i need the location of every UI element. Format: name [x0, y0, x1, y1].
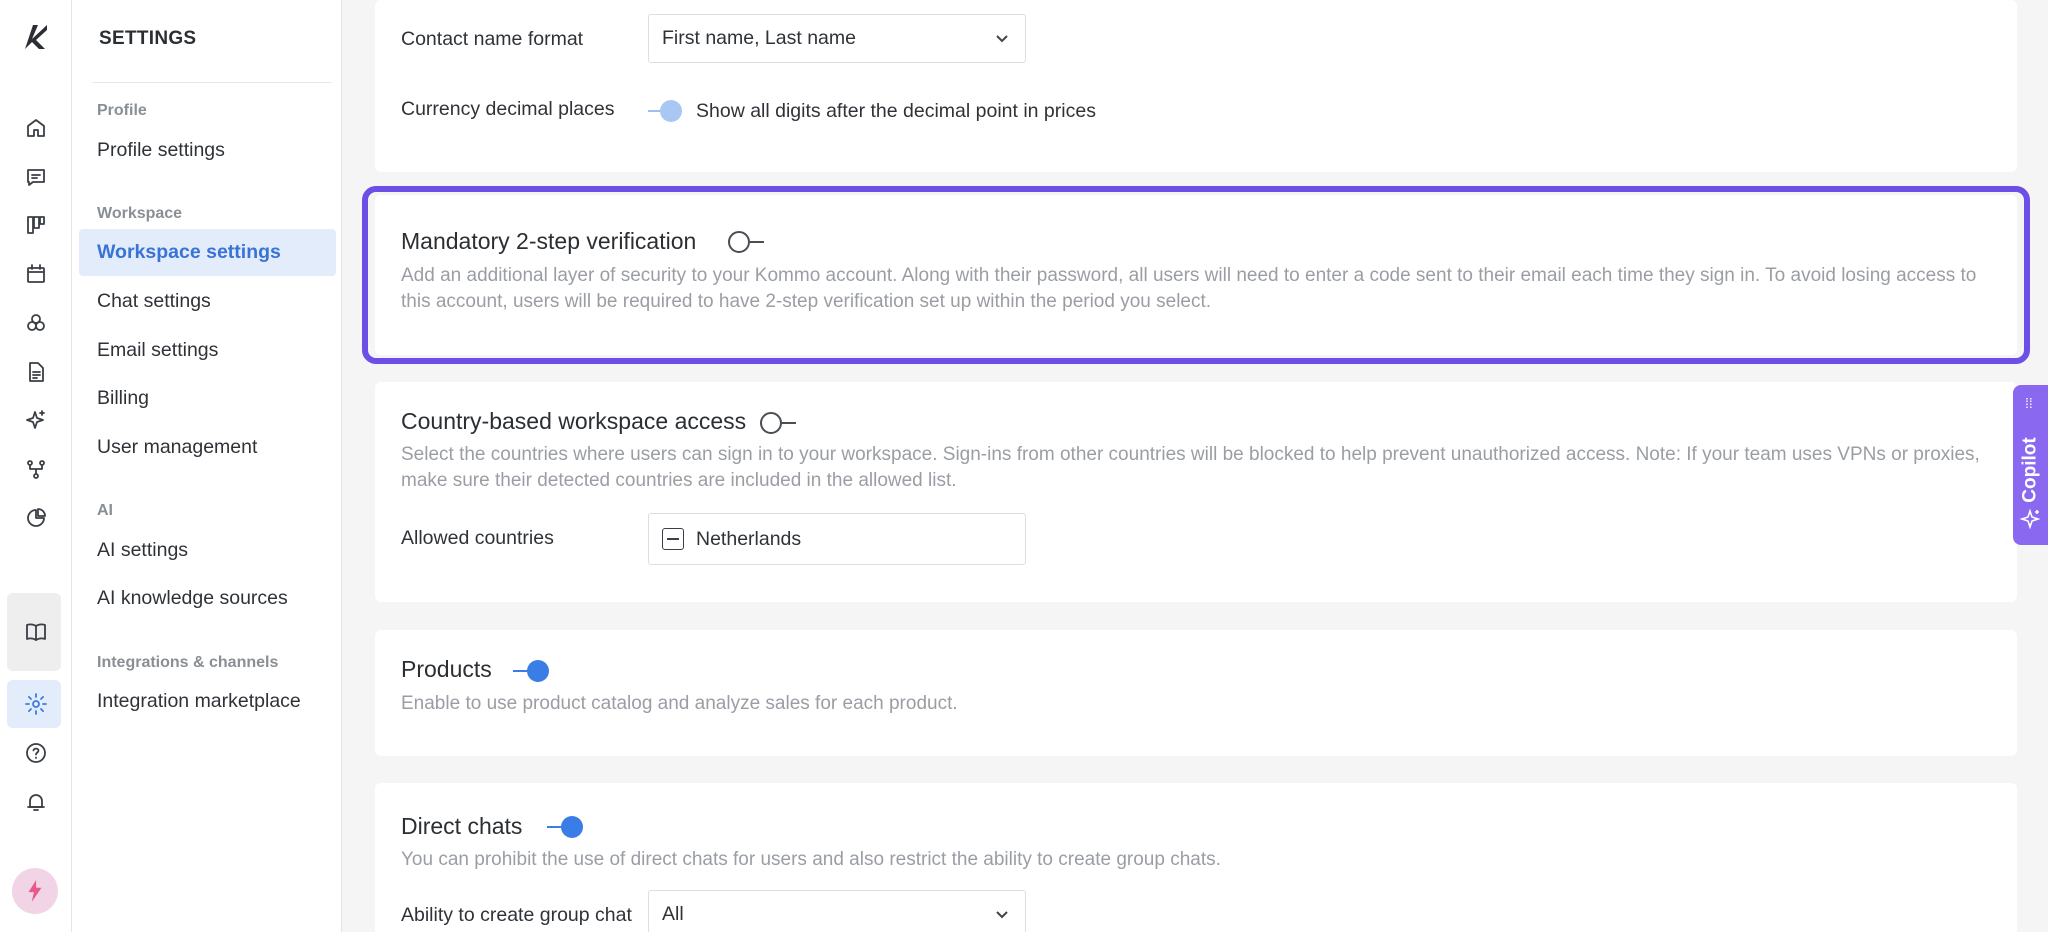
section-label-profile: Profile	[97, 102, 147, 119]
direct-chats-description: You can prohibit the use of direct chats…	[401, 849, 1221, 870]
help-icon[interactable]	[19, 736, 53, 770]
two-step-title: Mandatory 2-step verification	[401, 228, 697, 254]
pipeline-icon[interactable]	[19, 208, 53, 242]
products-toggle[interactable]	[513, 659, 549, 683]
country-access-card: Country-based workspace access Select th…	[375, 382, 2017, 602]
sidebar-item-integration-marketplace[interactable]: Integration marketplace	[79, 678, 336, 725]
country-access-toggle[interactable]	[760, 411, 796, 435]
direct-chats-title: Direct chats	[401, 813, 523, 839]
currency-decimal-label: Currency decimal places	[401, 98, 615, 120]
bell-icon[interactable]	[19, 785, 53, 819]
group-chat-label: Ability to create group chat	[401, 904, 632, 926]
contact-name-format-label: Contact name format	[401, 28, 584, 50]
allowed-country-value: Netherlands	[696, 527, 802, 550]
flow-icon[interactable]	[19, 452, 53, 486]
calendar-icon[interactable]	[19, 257, 53, 291]
direct-chats-toggle[interactable]	[547, 815, 583, 839]
icon-rail	[0, 0, 72, 932]
sidebar-item-profile-settings[interactable]: Profile settings	[79, 127, 336, 174]
chevron-down-icon	[993, 29, 1011, 47]
currency-decimal-toggle[interactable]	[648, 99, 684, 123]
general-settings-card: Contact name format First name, Last nam…	[375, 0, 2017, 172]
sidebar-item-billing[interactable]: Billing	[79, 375, 336, 422]
two-step-description: Add an additional layer of security to y…	[401, 265, 1977, 312]
chat-icon[interactable]	[19, 160, 53, 194]
sidebar-item-chat-settings[interactable]: Chat settings	[79, 278, 336, 325]
direct-chats-card: Direct chats You can prohibit the use of…	[375, 783, 2017, 932]
document-icon[interactable]	[19, 355, 53, 389]
remove-country-icon[interactable]	[662, 528, 684, 550]
sidebar-item-workspace-settings[interactable]: Workspace settings	[79, 229, 336, 276]
home-icon[interactable]	[19, 111, 53, 145]
drag-handle-icon[interactable]: ⁞⁞	[2025, 396, 2033, 410]
sparkle-icon[interactable]	[19, 403, 53, 437]
allowed-countries-field[interactable]: Netherlands	[648, 513, 1026, 565]
country-access-description: Select the countries where users can sig…	[401, 444, 1980, 491]
group-chat-select[interactable]: All	[648, 890, 1026, 932]
section-label-workspace: Workspace	[97, 205, 183, 222]
copilot-label: Copilot	[2020, 437, 2041, 503]
currency-decimal-toggle-text: Show all digits after the decimal point …	[696, 100, 1096, 122]
two-step-verification-card: Mandatory 2-step verification Add an add…	[375, 195, 2017, 355]
allowed-countries-label: Allowed countries	[401, 527, 554, 549]
analytics-icon[interactable]	[19, 501, 53, 535]
settings-title: SETTINGS	[99, 28, 197, 49]
contact-name-format-select[interactable]: First name, Last name	[648, 14, 1026, 63]
contact-name-format-value: First name, Last name	[662, 27, 856, 49]
sidebar-item-ai-settings[interactable]: AI settings	[79, 527, 336, 574]
products-description: Enable to use product catalog and analyz…	[401, 693, 958, 714]
divider	[92, 82, 332, 83]
section-label-integrations: Integrations & channels	[97, 654, 279, 671]
copilot-tab[interactable]: ⁞⁞ Copilot	[2013, 385, 2048, 545]
settings-sidebar: SETTINGS Profile Profile settings Worksp…	[72, 0, 342, 932]
sidebar-item-email-settings[interactable]: Email settings	[79, 327, 336, 374]
sparkle-icon	[2019, 507, 2043, 536]
section-label-ai: AI	[97, 502, 113, 519]
book-icon[interactable]	[19, 615, 53, 649]
products-card: Products Enable to use product catalog a…	[375, 630, 2017, 756]
kommo-logo-icon[interactable]	[19, 20, 53, 54]
sidebar-item-ai-knowledge-sources[interactable]: AI knowledge sources	[79, 575, 336, 622]
country-access-title: Country-based workspace access	[401, 408, 747, 434]
gear-icon[interactable]	[19, 687, 53, 721]
chevron-down-icon	[993, 905, 1011, 923]
products-title: Products	[401, 656, 492, 682]
contacts-icon[interactable]	[19, 306, 53, 340]
two-step-toggle[interactable]	[728, 230, 764, 254]
avatar[interactable]	[12, 868, 58, 914]
group-chat-value: All	[662, 903, 684, 925]
sidebar-item-user-management[interactable]: User management	[79, 424, 336, 471]
